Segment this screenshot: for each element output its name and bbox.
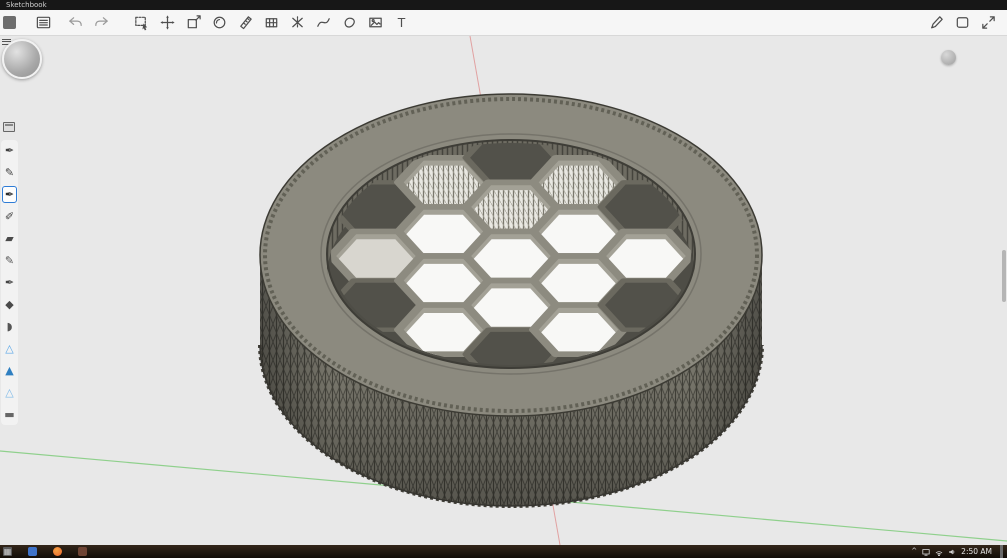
app-menu-icon[interactable]: [3, 16, 16, 29]
brush-tool-0[interactable]: ✒: [2, 142, 17, 159]
app-window: Sketchbook T ✒ ✎ ✒ ✐ ▰ ✎ ✒ ◆ ◗ △ ▲ △ ▬ ▦…: [0, 0, 1007, 558]
main-toolbar: T: [0, 10, 1007, 36]
window-titlebar: Sketchbook: [0, 0, 1007, 10]
corner-handle[interactable]: [941, 50, 956, 65]
brush-tool-9[interactable]: △: [2, 340, 17, 357]
brush-icon: ✒: [4, 144, 15, 157]
window-title: Sketchbook: [6, 1, 47, 9]
brush-tool-7[interactable]: ◆: [2, 296, 17, 313]
scene-graphic: [0, 36, 1007, 545]
chevron-up-icon[interactable]: ^: [911, 545, 917, 558]
network-icon[interactable]: [935, 548, 943, 556]
system-taskbar: ▦ ^ 2:50 AM: [0, 545, 1007, 558]
brush-tool-12[interactable]: ▬: [2, 406, 17, 423]
show-desktop-button[interactable]: [1000, 545, 1003, 558]
svg-text:T: T: [396, 16, 405, 30]
system-tray: ^ 2:50 AM: [911, 545, 1007, 558]
brush-icon: ◗: [6, 320, 13, 333]
taskbar-apps: ▦: [0, 547, 87, 556]
distort-icon[interactable]: [180, 11, 206, 35]
brush-icon: ✎: [4, 166, 15, 179]
fill-circle-icon[interactable]: [206, 11, 232, 35]
cad-model: [258, 93, 764, 508]
canvas-scrollbar[interactable]: [1002, 250, 1006, 302]
brush-strip: ✒ ✎ ✒ ✐ ▰ ✎ ✒ ◆ ◗ △ ▲ △ ▬: [1, 140, 18, 425]
lasso-shape-icon[interactable]: [336, 11, 362, 35]
layer-panel-icon[interactable]: [949, 11, 975, 35]
drawing-canvas[interactable]: ✒ ✎ ✒ ✐ ▰ ✎ ✒ ◆ ◗ △ ▲ △ ▬: [0, 36, 1007, 545]
brush-icon: △: [5, 386, 14, 399]
brush-icon: ▰: [5, 232, 14, 245]
browser-blue-icon[interactable]: [28, 547, 37, 556]
firefox-icon[interactable]: [53, 547, 62, 556]
taskbar-clock[interactable]: 2:50 AM: [961, 545, 992, 558]
brush-tool-4[interactable]: ▰: [2, 230, 17, 247]
brush-tool-11[interactable]: △: [2, 384, 17, 401]
brush-tool-5[interactable]: ✎: [2, 252, 17, 269]
brush-icon: ◆: [5, 298, 14, 311]
brush-icon: ✐: [4, 210, 15, 223]
brush-panel-icon[interactable]: [3, 122, 15, 132]
brush-tool-3[interactable]: ✐: [2, 208, 17, 225]
start-icon[interactable]: ▦: [3, 547, 12, 556]
brush-icon: ▬: [4, 408, 15, 421]
fullscreen-icon[interactable]: [975, 11, 1001, 35]
brush-icon: ✒: [4, 276, 15, 289]
volume-icon[interactable]: [948, 548, 956, 556]
brush-icon: ✒: [4, 188, 15, 201]
brush-icon: △: [5, 342, 14, 355]
brush-tool-6[interactable]: ✒: [2, 274, 17, 291]
undo-icon[interactable]: [62, 11, 88, 35]
brush-tool-10[interactable]: ▲: [2, 362, 17, 379]
perspective-grid-icon[interactable]: [258, 11, 284, 35]
redo-icon[interactable]: [88, 11, 114, 35]
move-transform-icon[interactable]: [154, 11, 180, 35]
brush-icon: ▲: [5, 364, 14, 377]
marquee-select-icon[interactable]: [128, 11, 154, 35]
ruler-icon[interactable]: [232, 11, 258, 35]
brush-tool-8[interactable]: ◗: [2, 318, 17, 335]
stroke-curve-icon[interactable]: [310, 11, 336, 35]
brush-tool-1[interactable]: ✎: [2, 164, 17, 181]
brush-puck[interactable]: [2, 39, 42, 79]
display-icon[interactable]: [922, 548, 930, 556]
text-tool-icon[interactable]: T: [388, 11, 414, 35]
stylus-edit-icon[interactable]: [923, 11, 949, 35]
symmetry-icon[interactable]: [284, 11, 310, 35]
menu-list-icon[interactable]: [30, 11, 56, 35]
brush-icon: ✎: [4, 254, 15, 267]
import-image-icon[interactable]: [362, 11, 388, 35]
brush-tool-2[interactable]: ✒: [2, 186, 17, 203]
app-dark-icon[interactable]: [78, 547, 87, 556]
